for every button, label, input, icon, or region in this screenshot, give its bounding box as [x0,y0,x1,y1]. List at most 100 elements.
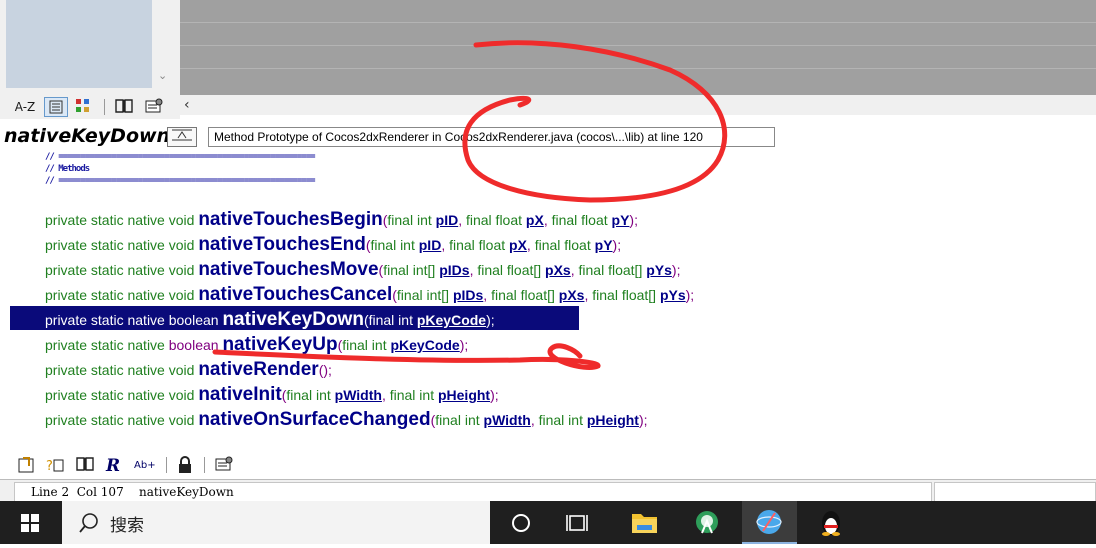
browser-button[interactable] [742,501,797,544]
svg-text:?: ? [46,459,53,474]
function-name[interactable]: nativeTouchesEnd [198,234,366,255]
references-button[interactable]: R [104,456,128,476]
code-line[interactable]: private static native void nativeTouches… [45,257,680,282]
param-type: final float [551,212,612,228]
param-name[interactable]: pIDs [453,287,483,303]
android-studio-button[interactable] [680,501,735,544]
book-icon [76,457,94,471]
close-paren: ); [685,287,695,303]
symbol-list-scrollbar[interactable]: ⌄ [154,0,174,88]
lock-button[interactable] [174,456,196,474]
book-button[interactable] [74,456,96,474]
param-type: final int [387,212,436,228]
toolbar-divider [104,99,105,115]
svg-text:Ab+: Ab+ [134,460,156,471]
param-name[interactable]: pHeight [438,387,490,403]
param-name[interactable]: pWidth [484,412,531,428]
modifiers: private static native [45,412,169,428]
list-view-icon [49,100,63,114]
function-name[interactable]: nativeTouchesCancel [198,284,392,305]
code-line[interactable]: private static native boolean nativeKeyD… [45,307,495,332]
param-name[interactable]: pID [436,212,459,228]
file-explorer-button[interactable] [617,501,672,544]
comment-line: // Methods [45,164,90,174]
function-name[interactable]: nativeRender [198,359,318,380]
param-name[interactable]: pXs [559,287,585,303]
param-name[interactable]: pID [419,237,442,253]
properties-button[interactable] [142,98,166,116]
symbol-title-bar: nativeKeyDown Method Prototype of Cocos2… [0,122,1096,152]
lookup-icon [172,129,192,141]
status-line: Line 2 [31,485,70,499]
return-type: boolean [168,312,219,328]
function-name[interactable]: nativeTouchesMove [198,259,378,280]
symbol-lookup-icon[interactable] [167,127,197,147]
task-view-switcher[interactable] [552,501,607,544]
param-name[interactable]: pX [509,237,527,253]
taskbar-search-box[interactable]: 搜索 [62,501,490,544]
modifiers: private static native [45,312,169,328]
code-line[interactable]: private static native void nativeTouches… [45,282,694,307]
param-type: final int [286,387,335,403]
preview-horizontal-scrollbar[interactable]: ‹ [180,95,1096,115]
function-name[interactable]: nativeKeyDown [222,309,363,330]
param-type: final float[] [477,262,546,278]
search-icon [79,513,98,533]
param-name[interactable]: pY [595,237,613,253]
rename-button[interactable]: Ab+ [134,456,158,474]
jump-icon [18,457,34,473]
function-name[interactable]: nativeTouchesBegin [198,209,382,230]
modifiers: private static native [45,262,169,278]
status-text: Line 2 Col 107 nativeKeyDown [14,482,932,502]
android-studio-icon [696,511,718,534]
properties-button[interactable] [212,456,236,474]
task-view-button[interactable] [494,501,549,544]
param-name[interactable]: pKeyCode [417,312,486,328]
param-type: final int [370,237,419,253]
function-name[interactable]: nativeOnSurfaceChanged [198,409,430,430]
param-name[interactable]: pYs [660,287,686,303]
param-name[interactable]: pX [526,212,544,228]
task-view-icon [566,515,588,531]
code-line[interactable]: private static native boolean nativeKeyU… [45,332,468,357]
code-line[interactable]: private static native void nativeTouches… [45,207,638,232]
param-name[interactable]: pKeyCode [390,337,459,353]
chevron-left-icon[interactable]: ‹ [184,95,190,115]
properties-icon [145,98,163,113]
function-name[interactable]: nativeKeyUp [222,334,337,355]
symbol-list-panel: ⌄ [0,0,180,95]
param-name[interactable]: pYs [646,262,672,278]
code-line[interactable]: private static native void nativeOnSurfa… [45,407,648,432]
bottom-toolbar: ? R Ab+ [0,452,1096,478]
param-name[interactable]: pY [612,212,630,228]
comment-line: // =====================================… [45,152,316,162]
list-view-button[interactable] [44,97,68,117]
symbol-toolbar-row: A-Z ‹ [0,95,1096,119]
param-name[interactable]: pIDs [439,262,469,278]
return-type: void [168,287,195,303]
comma: , [381,387,390,403]
chevron-down-icon[interactable]: ⌄ [158,69,167,82]
param-name[interactable]: pXs [545,262,571,278]
param-type: final float [449,237,510,253]
toolbar-divider [166,457,167,473]
book-button[interactable] [112,98,136,116]
category-view-button[interactable] [73,98,95,116]
code-line[interactable]: private static native void nativeInit(fi… [45,382,499,407]
code-line[interactable]: private static native void nativeRender(… [45,357,332,382]
param-name[interactable]: pWidth [335,387,382,403]
close-paren: ); [671,262,681,278]
start-button[interactable] [0,501,62,544]
sort-alpha-button[interactable]: A-Z [12,98,38,116]
close-paren: ); [490,387,499,403]
param-name[interactable]: pHeight [587,412,639,428]
jump-button[interactable] [16,456,38,474]
modifiers: private static native [45,362,169,378]
properties-icon [215,456,233,471]
symbol-list[interactable] [6,0,152,88]
function-name[interactable]: nativeInit [198,384,281,405]
return-type: void [168,212,195,228]
code-line[interactable]: private static native void nativeTouches… [45,232,621,257]
info-button[interactable]: ? [44,456,66,474]
qq-button[interactable] [804,501,859,544]
